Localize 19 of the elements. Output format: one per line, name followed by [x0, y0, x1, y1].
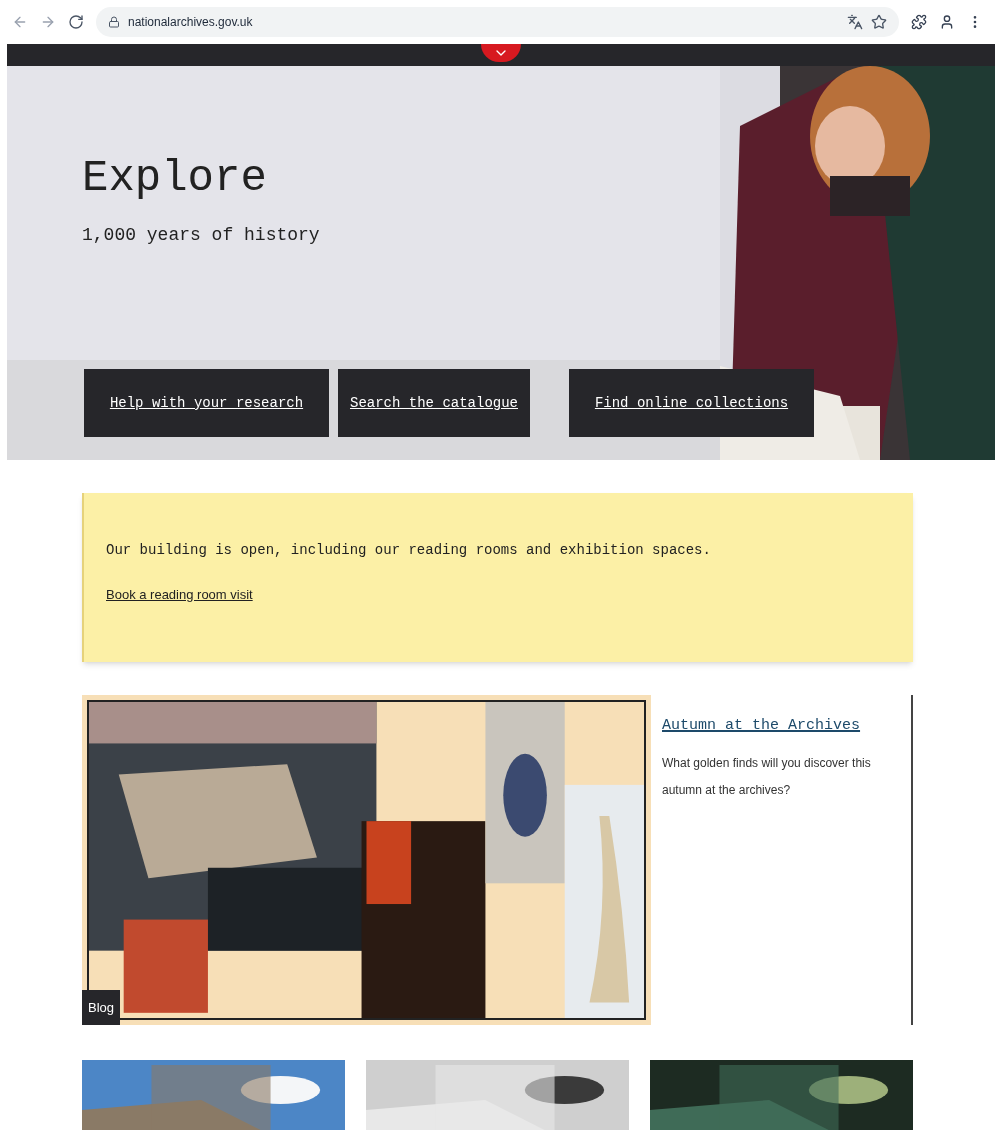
profile-icon[interactable]: [939, 14, 955, 30]
notice-link[interactable]: Book a reading room visit: [106, 585, 913, 605]
lock-icon: [108, 16, 120, 28]
address-bar[interactable]: nationalarchives.gov.uk: [96, 7, 899, 37]
url-text: nationalarchives.gov.uk: [128, 14, 253, 31]
star-icon[interactable]: [871, 14, 887, 30]
hero-title: Explore: [82, 152, 268, 205]
menu-toggle[interactable]: [481, 44, 521, 62]
feature-description: What golden finds will you discover this autumn at the archives?: [662, 754, 872, 799]
hero-button[interactable]: Find online collections: [569, 369, 814, 437]
hero-button[interactable]: Help with your research: [84, 369, 329, 437]
blog-tag: Blog: [82, 989, 121, 1025]
notice-text: Our building is open, including our reading rooms and exhibition spaces.: [106, 541, 712, 560]
translate-icon[interactable]: [847, 14, 863, 30]
extensions-icon[interactable]: [911, 14, 927, 30]
hero-button[interactable]: Search the catalogue: [338, 369, 530, 437]
feature-title-link[interactable]: Autumn at the Archives: [662, 715, 911, 738]
reload-icon[interactable]: [68, 14, 84, 30]
hero-subtitle: 1,000 years of history: [82, 224, 321, 247]
